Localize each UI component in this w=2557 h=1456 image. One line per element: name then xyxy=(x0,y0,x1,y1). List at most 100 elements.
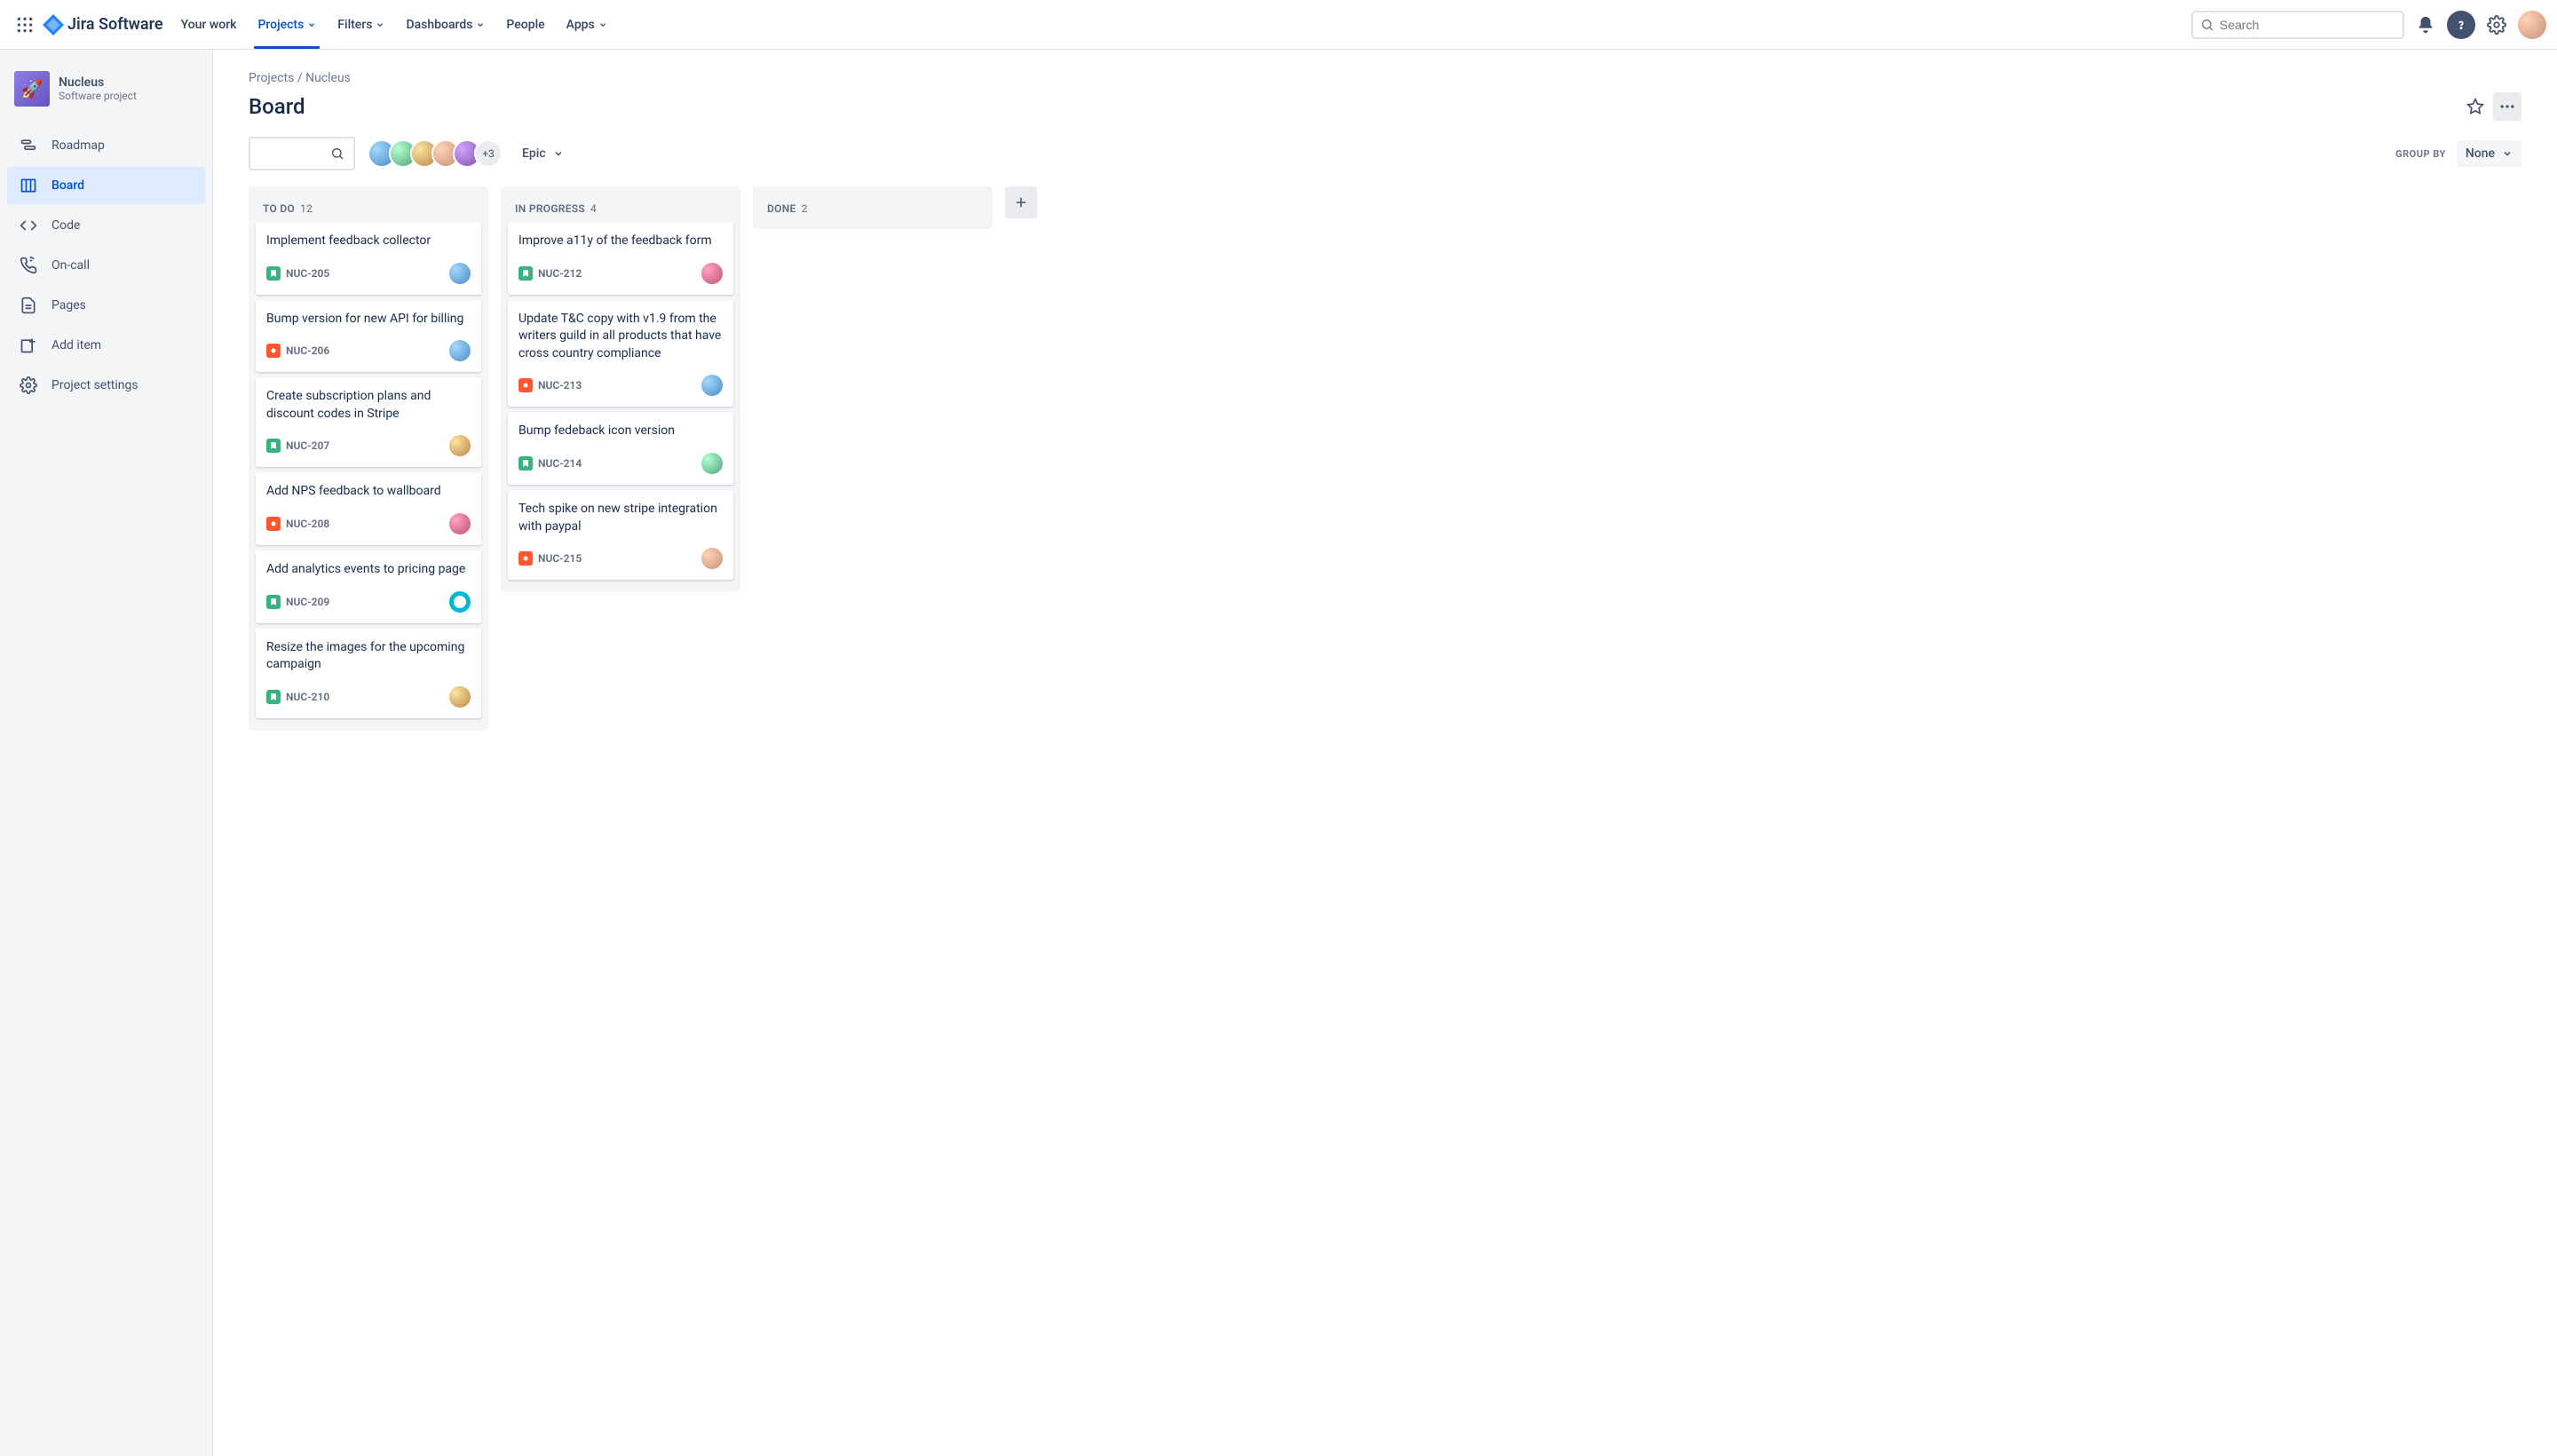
issue-key: NUC-208 xyxy=(286,518,329,530)
issue-card[interactable]: Bump fedeback icon version NUC-214 xyxy=(508,412,733,485)
column-header[interactable]: DONE2 xyxy=(758,194,987,222)
issue-key: NUC-214 xyxy=(538,457,582,470)
assignee-avatar[interactable] xyxy=(449,591,471,613)
bug-icon xyxy=(266,344,281,358)
card-title: Tech spike on new stripe integration wit… xyxy=(519,501,723,535)
sidebar-item-roadmap[interactable]: Roadmap xyxy=(7,127,205,164)
card-title: Bump fedeback icon version xyxy=(519,423,723,440)
issue-card[interactable]: Update T&C copy with v1.9 from the write… xyxy=(508,300,733,408)
board-toolbar: +3 Epic GROUP BY None xyxy=(249,137,2521,170)
chevron-down-icon xyxy=(598,20,607,29)
board-icon xyxy=(18,175,39,196)
profile-avatar[interactable] xyxy=(2518,11,2546,39)
nav-dashboards[interactable]: Dashboards xyxy=(395,0,495,49)
avatar-overflow[interactable]: +3 xyxy=(474,139,503,168)
breadcrumb-projects[interactable]: Projects xyxy=(249,71,294,85)
notifications-icon[interactable] xyxy=(2411,11,2440,39)
assignee-avatar[interactable] xyxy=(449,263,471,284)
story-icon xyxy=(519,456,533,471)
board-column: IN PROGRESS4 Improve a11y of the feedbac… xyxy=(501,186,740,592)
issue-key: NUC-215 xyxy=(538,552,582,565)
sidebar-item-label: Add item xyxy=(51,338,101,352)
gear-icon xyxy=(18,375,39,396)
project-header[interactable]: 🚀 Nucleus Software project xyxy=(7,71,205,124)
sidebar-item-label: Board xyxy=(51,178,84,193)
search-input[interactable] xyxy=(2220,18,2395,32)
issue-key: NUC-207 xyxy=(286,439,329,452)
add-column-button[interactable] xyxy=(1005,186,1037,218)
board-column: DONE2 xyxy=(753,186,993,229)
board-search[interactable] xyxy=(249,137,355,170)
jira-logo[interactable]: Jira Software xyxy=(43,14,163,36)
column-count: 12 xyxy=(300,202,313,215)
chevron-down-icon xyxy=(376,20,384,29)
sidebar-item-label: Code xyxy=(51,218,80,233)
epic-filter[interactable]: Epic xyxy=(522,146,564,161)
pages-icon xyxy=(18,295,39,316)
column-count: 4 xyxy=(590,202,597,215)
assignee-avatar[interactable] xyxy=(701,453,723,474)
story-icon xyxy=(266,266,281,281)
sidebar-item-label: Project settings xyxy=(51,378,139,392)
issue-card[interactable]: Implement feedback collector NUC-205 xyxy=(256,222,481,295)
assignee-avatar[interactable] xyxy=(701,375,723,396)
issue-card[interactable]: Bump version for new API for billing NUC… xyxy=(256,300,481,373)
card-title: Add NPS feedback to wallboard xyxy=(266,483,471,501)
group-by-select[interactable]: None xyxy=(2457,140,2521,167)
card-title: Update T&C copy with v1.9 from the write… xyxy=(519,311,723,363)
issue-card[interactable]: Tech spike on new stripe integration wit… xyxy=(508,490,733,580)
bug-icon xyxy=(266,517,281,531)
assignee-avatar[interactable] xyxy=(449,513,471,534)
project-name: Nucleus xyxy=(59,75,137,90)
sidebar-item-add-item[interactable]: Add item xyxy=(7,327,205,364)
more-actions-button[interactable] xyxy=(2493,92,2521,121)
chevron-down-icon xyxy=(476,20,485,29)
nav-filters[interactable]: Filters xyxy=(327,0,395,49)
chevron-down-icon xyxy=(307,20,316,29)
column-count: 2 xyxy=(802,202,808,215)
sidebar-item-code[interactable]: Code xyxy=(7,207,205,244)
sidebar-item-pages[interactable]: Pages xyxy=(7,287,205,324)
card-title: Add analytics events to pricing page xyxy=(266,561,471,579)
search-icon xyxy=(2200,18,2214,32)
issue-card[interactable]: Create subscription plans and discount c… xyxy=(256,377,481,467)
sidebar-item-board[interactable]: Board xyxy=(7,167,205,204)
issue-card[interactable]: Improve a11y of the feedback form NUC-21… xyxy=(508,222,733,295)
chevron-down-icon xyxy=(2502,148,2513,159)
column-header[interactable]: IN PROGRESS4 xyxy=(506,194,735,222)
issue-key: NUC-212 xyxy=(538,267,582,280)
assignee-avatar[interactable] xyxy=(449,435,471,456)
issue-card[interactable]: Add analytics events to pricing page NUC… xyxy=(256,550,481,623)
app-switcher-icon[interactable] xyxy=(11,11,39,39)
project-type: Software project xyxy=(59,90,137,102)
card-title: Implement feedback collector xyxy=(266,233,471,250)
assignee-avatar[interactable] xyxy=(449,340,471,361)
help-icon[interactable] xyxy=(2447,11,2475,39)
assignee-filter-avatars: +3 xyxy=(368,139,503,168)
column-name: TO DO xyxy=(263,202,295,215)
nav-projects[interactable]: Projects xyxy=(247,0,327,49)
column-header[interactable]: TO DO 12 xyxy=(254,194,483,222)
story-icon xyxy=(266,439,281,453)
sidebar-item-project-settings[interactable]: Project settings xyxy=(7,367,205,404)
assignee-avatar[interactable] xyxy=(449,686,471,708)
settings-icon[interactable] xyxy=(2482,11,2511,39)
issue-key: NUC-213 xyxy=(538,379,582,392)
issue-card[interactable]: Resize the images for the upcoming campa… xyxy=(256,629,481,718)
chevron-down-icon xyxy=(553,148,564,159)
global-search[interactable] xyxy=(2191,11,2404,39)
sidebar-item-label: Roadmap xyxy=(51,138,105,153)
issue-key: NUC-205 xyxy=(286,267,329,280)
nav-apps[interactable]: Apps xyxy=(556,0,618,49)
breadcrumb-current: Nucleus xyxy=(305,71,351,85)
assignee-avatar[interactable] xyxy=(701,548,723,569)
nav-people[interactable]: People xyxy=(495,0,555,49)
nav-your-work[interactable]: Your work xyxy=(170,0,248,49)
sidebar-item-on-call[interactable]: On-call xyxy=(7,247,205,284)
star-button[interactable] xyxy=(2461,92,2490,121)
issue-card[interactable]: Add NPS feedback to wallboard NUC-208 xyxy=(256,472,481,545)
roadmap-icon xyxy=(18,135,39,156)
global-header: Jira Software Your work Projects Filters… xyxy=(0,0,2557,50)
issue-key: NUC-206 xyxy=(286,344,329,357)
assignee-avatar[interactable] xyxy=(701,263,723,284)
